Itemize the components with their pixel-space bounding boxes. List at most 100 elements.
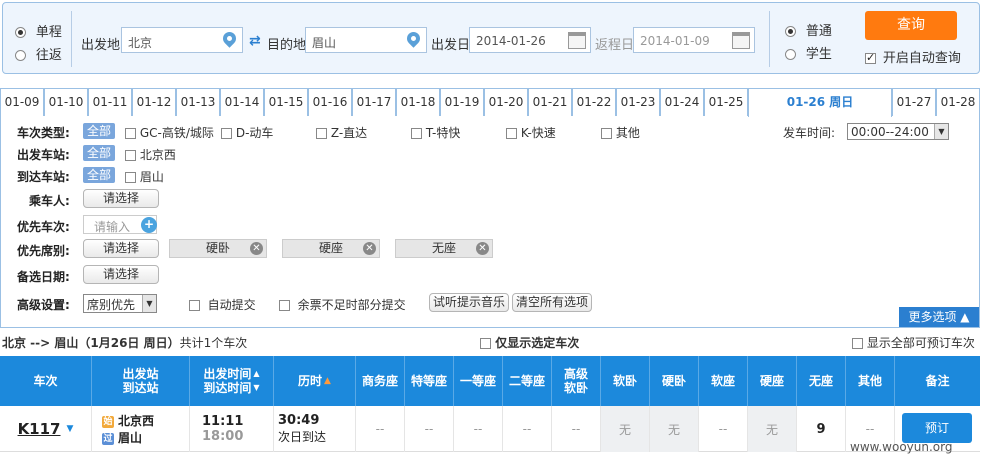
route-summary: 北京 --> 眉山（1月26日 周日）共计1个车次 [2,336,248,350]
priority-train-input[interactable]: 请输入 + [83,215,157,234]
tab-date[interactable]: 01-21 [528,88,572,116]
tab-date[interactable]: 01-13 [176,88,220,116]
add-icon[interactable]: + [141,217,157,233]
train-type-z[interactable]: Z-直达 [316,124,367,141]
stations-cell: 始北京西 过眉山 [92,406,190,452]
book-button[interactable]: 预订 [902,413,972,443]
auto-query-checkbox[interactable]: 开启自动查询 [865,47,961,66]
tab-date[interactable]: 01-11 [88,88,132,116]
depart-time-label: 发车时间: [783,126,836,140]
from-input[interactable]: 北京 [121,27,243,53]
to-station-all-button[interactable]: 全部 [83,167,115,183]
close-icon[interactable]: ✕ [250,242,263,255]
tab-date[interactable]: 01-20 [484,88,528,116]
tab-date[interactable]: 01-28 [936,88,980,116]
clear-all-button[interactable]: 清空所有选项 [512,293,593,312]
more-options-button[interactable]: 更多选项 ▲ [899,307,979,327]
only-selected-checkbox[interactable]: 仅显示选定车次 [480,334,579,351]
col-note: 备注 [925,374,950,388]
checkbox-icon [411,128,422,139]
filter-panel: 车次类型: 全部 GC-高铁/城际 D-动车 Z-直达 T-特快 K-快速 其他… [0,116,980,328]
tab-date[interactable]: 01-17 [352,88,396,116]
tab-date[interactable]: 01-19 [440,88,484,116]
seat-premium: -- [405,406,454,452]
tab-date[interactable]: 01-09 [0,88,44,116]
train-type-k[interactable]: K-快速 [506,124,556,141]
depart-time-select[interactable]: 00:00--24:00 ▼ [847,123,949,140]
start-badge: 始 [102,415,114,428]
show-all-checkbox[interactable]: 显示全部可预订车次 [852,334,975,351]
tab-date[interactable]: 01-10 [44,88,88,116]
trip-round-option[interactable]: 往返 [15,44,62,63]
train-type-t[interactable]: T-特快 [411,124,460,141]
from-station-option[interactable]: 北京西 [125,146,176,163]
checkbox-icon [125,150,136,161]
trip-oneway-option[interactable]: 单程 [15,21,62,40]
train-type-d[interactable]: D-动车 [221,124,273,141]
col-soft-seat: 软座 [699,356,748,406]
test-music-button[interactable]: 试听提示音乐 [429,293,510,312]
passenger-label: 乘车人: [29,194,70,208]
close-icon[interactable]: ✕ [363,242,376,255]
radio-icon [15,50,26,61]
radio-icon [785,26,796,37]
col-duration[interactable]: 历时 ▲ [274,356,356,406]
seat-deluxe-sleeper: -- [552,406,601,452]
tab-date[interactable]: 01-24 [660,88,704,116]
advanced-label: 高级设置: [17,298,70,312]
tab-date[interactable]: 01-14 [220,88,264,116]
calendar-icon[interactable] [568,32,586,49]
advanced-select[interactable]: 席别优先 ▼ [83,294,157,313]
seat-tag: 硬卧 ✕ [169,239,267,258]
seat-hard-seat: 无 [748,406,797,452]
col-train: 车次 [0,356,92,406]
tab-date[interactable]: 01-15 [264,88,308,116]
return-date-input[interactable]: 2014-01-09 [633,27,755,53]
close-icon[interactable]: ✕ [476,242,489,255]
choose-passenger-button[interactable]: 请选择 [83,189,159,208]
query-button[interactable]: 查询 [865,11,957,40]
tab-date[interactable]: 01-25 [704,88,748,116]
location-pin-icon[interactable] [220,29,239,48]
calendar-icon[interactable] [732,32,750,49]
location-pin-icon[interactable] [404,29,423,48]
auto-submit-checkbox[interactable]: 自动提交 [189,296,256,313]
col-hard-sleeper: 硬卧 [650,356,699,406]
chevron-down-icon: ▼ [934,124,948,139]
col-hard-seat: 硬座 [748,356,797,406]
checkbox-icon [279,300,290,311]
seat-first: -- [454,406,503,452]
tab-date-active[interactable]: 01-26 周日 [748,88,892,117]
choose-backup-date-button[interactable]: 请选择 [83,265,159,284]
to-station-label: 到达车站: [17,170,70,184]
to-station-option[interactable]: 眉山 [125,168,164,185]
type-student-option[interactable]: 学生 [785,43,832,62]
from-station-all-button[interactable]: 全部 [83,145,115,161]
partial-submit-checkbox[interactable]: 余票不足时部分提交 [279,296,406,313]
swap-icon[interactable]: ⇄ [249,33,261,49]
depart-date-input[interactable]: 2014-01-26 [469,27,591,53]
depart-label: 出发日 [431,38,471,53]
tab-date[interactable]: 01-12 [132,88,176,116]
train-type-other[interactable]: 其他 [601,124,640,141]
to-input[interactable]: 眉山 [305,27,427,53]
table-row: K117 ▼ 始北京西 过眉山 11:11 18:00 30:49 次日到达 -… [0,406,980,452]
chevron-down-icon: ▼ [66,424,74,434]
radio-icon [15,27,26,38]
type-normal-option[interactable]: 普通 [785,20,832,39]
col-times[interactable]: 出发时间 到达时间 ▲ ▼ [190,356,274,406]
search-panel: 单程 往返 出发地 北京 ⇄ 目的地 眉山 出发日 2014-01-26 返程日… [2,2,980,74]
train-number[interactable]: K117 ▼ [0,406,92,452]
times-cell: 11:11 18:00 [190,406,274,452]
train-type-label: 车次类型: [17,126,70,140]
col-second: 二等座 [503,356,552,406]
choose-seat-button[interactable]: 请选择 [83,239,159,258]
seat-no-seat: 9 [797,406,846,452]
train-type-gc[interactable]: GC-高铁/城际 [125,124,214,141]
tab-date[interactable]: 01-27 [892,88,936,116]
tab-date[interactable]: 01-23 [616,88,660,116]
train-type-all-button[interactable]: 全部 [83,123,115,139]
tab-date[interactable]: 01-22 [572,88,616,116]
tab-date[interactable]: 01-18 [396,88,440,116]
tab-date[interactable]: 01-16 [308,88,352,116]
